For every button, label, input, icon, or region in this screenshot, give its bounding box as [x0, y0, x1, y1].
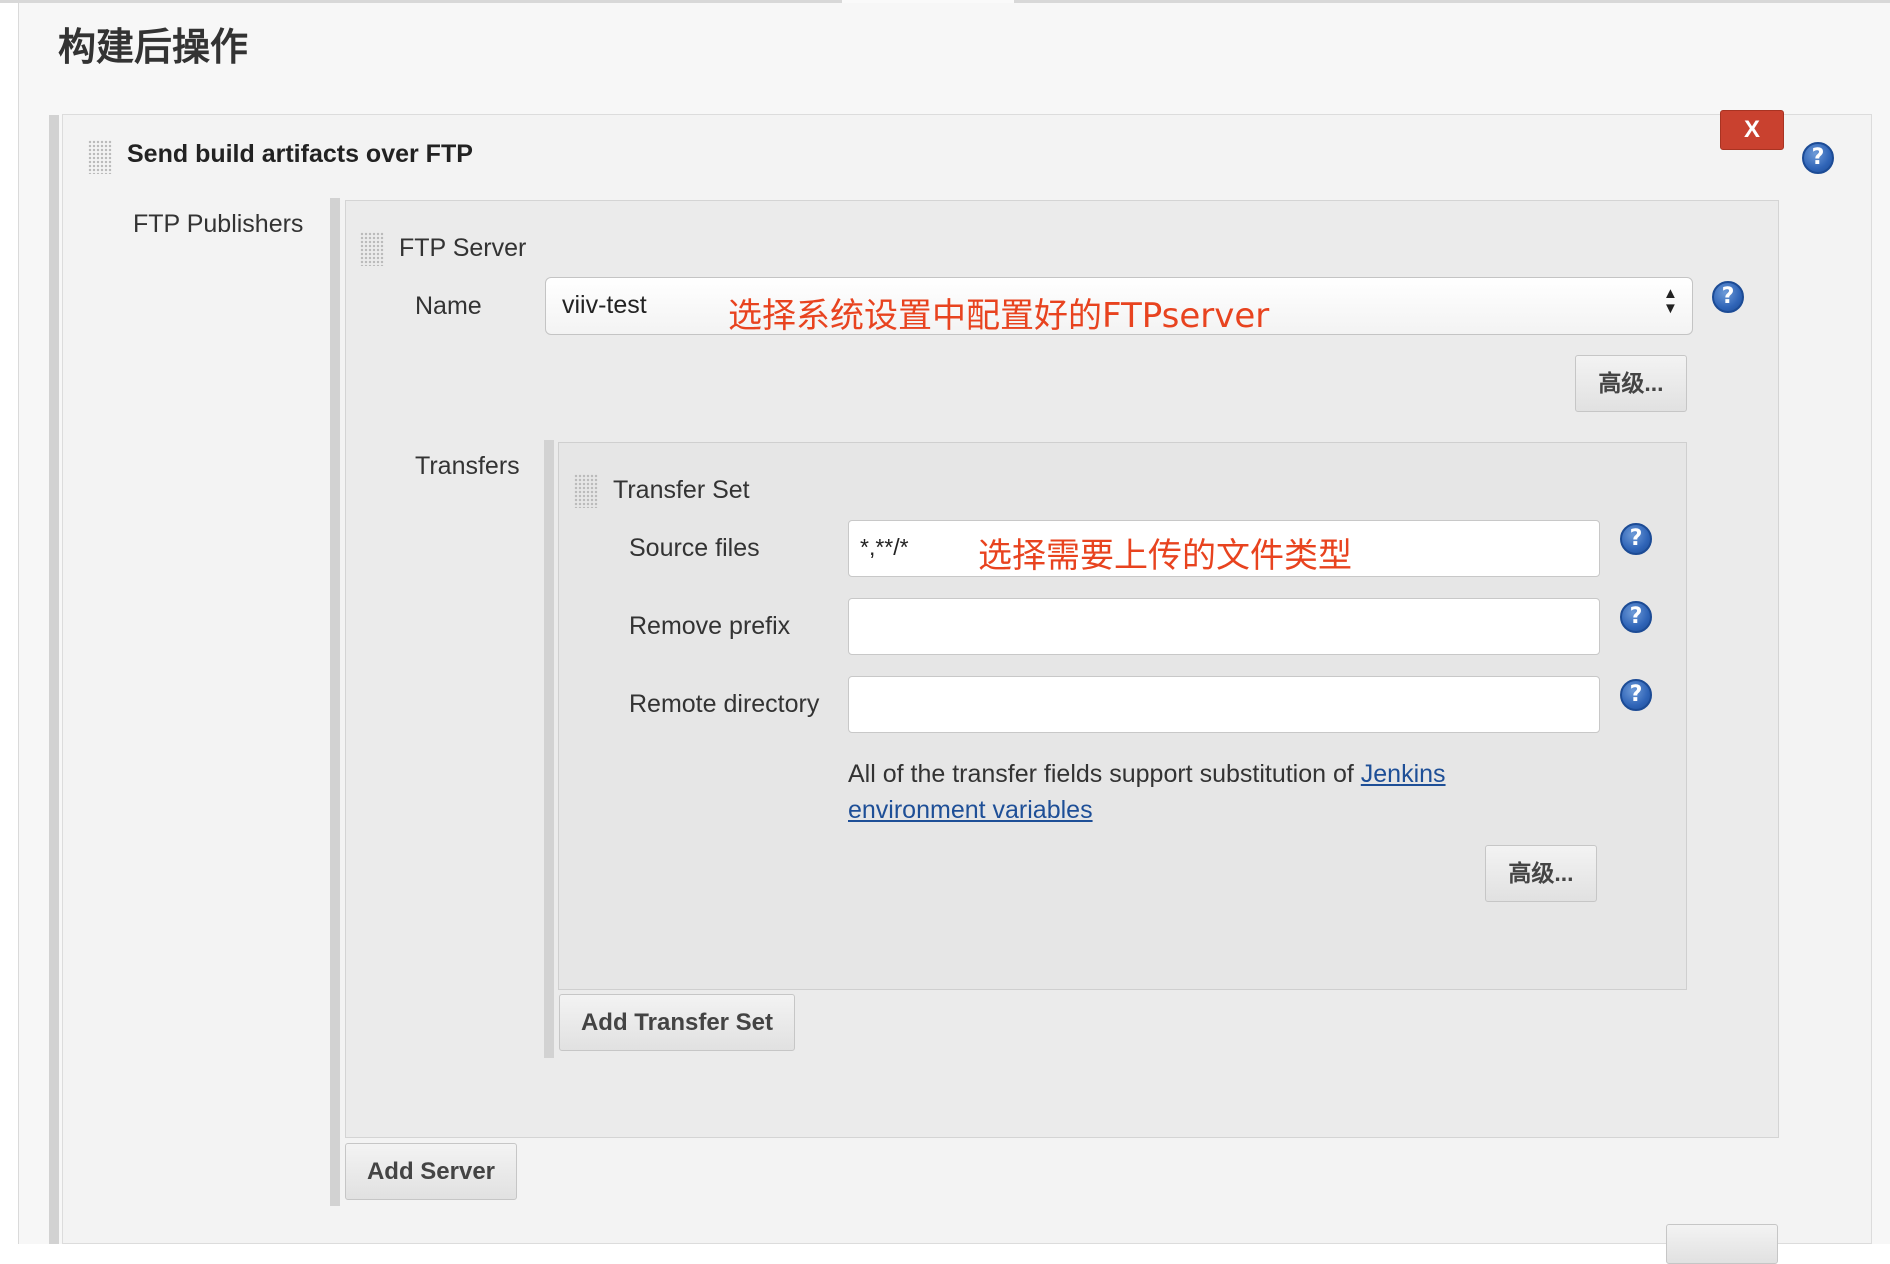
transfers-label: Transfers [415, 452, 520, 480]
remote-directory-input[interactable] [848, 676, 1600, 733]
transfer-set-title: Transfer Set [613, 476, 750, 504]
remote-directory-label: Remote directory [629, 690, 820, 718]
delete-button[interactable]: X [1720, 110, 1784, 150]
jenkins-link[interactable]: Jenkins [1361, 760, 1446, 788]
add-transfer-set-button[interactable]: Add Transfer Set [559, 994, 795, 1051]
server-advanced-button[interactable]: 高级... [1575, 355, 1687, 412]
help-icon[interactable]: ? [1620, 523, 1652, 555]
source-files-label: Source files [629, 534, 760, 562]
substitution-note-text: All of the transfer fields support subst… [848, 760, 1361, 788]
plugin-title: Send build artifacts over FTP [127, 140, 473, 168]
section-rail [49, 115, 59, 1244]
add-server-button[interactable]: Add Server [345, 1143, 517, 1200]
ftp-server-select-value: viiv-test [562, 291, 647, 319]
source-files-annotation: 选择需要上传的文件类型 [978, 536, 1352, 576]
select-arrows-icon: ▲ ▼ [1663, 285, 1678, 317]
drag-handle-icon[interactable] [360, 232, 384, 266]
name-label: Name [415, 292, 482, 320]
source-files-value: *,**/* [860, 534, 909, 560]
name-annotation: 选择系统设置中配置好的FTPserver [728, 296, 1270, 336]
environment-variables-link[interactable]: environment variables [848, 796, 1093, 824]
help-icon[interactable]: ? [1712, 281, 1744, 313]
drag-handle-icon[interactable] [88, 140, 112, 174]
transfer-advanced-button[interactable]: 高级... [1485, 845, 1597, 902]
drag-handle-icon[interactable] [574, 474, 598, 508]
transfers-rail [544, 440, 554, 1058]
plugin-advanced-button-partial[interactable] [1666, 1224, 1778, 1264]
help-icon[interactable]: ? [1620, 679, 1652, 711]
help-icon[interactable]: ? [1620, 601, 1652, 633]
ftp-server-title: FTP Server [399, 234, 527, 262]
ftp-publishers-label: FTP Publishers [133, 210, 304, 238]
publishers-rail [330, 198, 340, 1206]
section-title: 构建后操作 [58, 25, 249, 69]
remove-prefix-input[interactable] [848, 598, 1600, 655]
substitution-note: All of the transfer fields support subst… [848, 756, 1548, 828]
remove-prefix-label: Remove prefix [629, 612, 791, 640]
help-icon[interactable]: ? [1802, 142, 1834, 174]
